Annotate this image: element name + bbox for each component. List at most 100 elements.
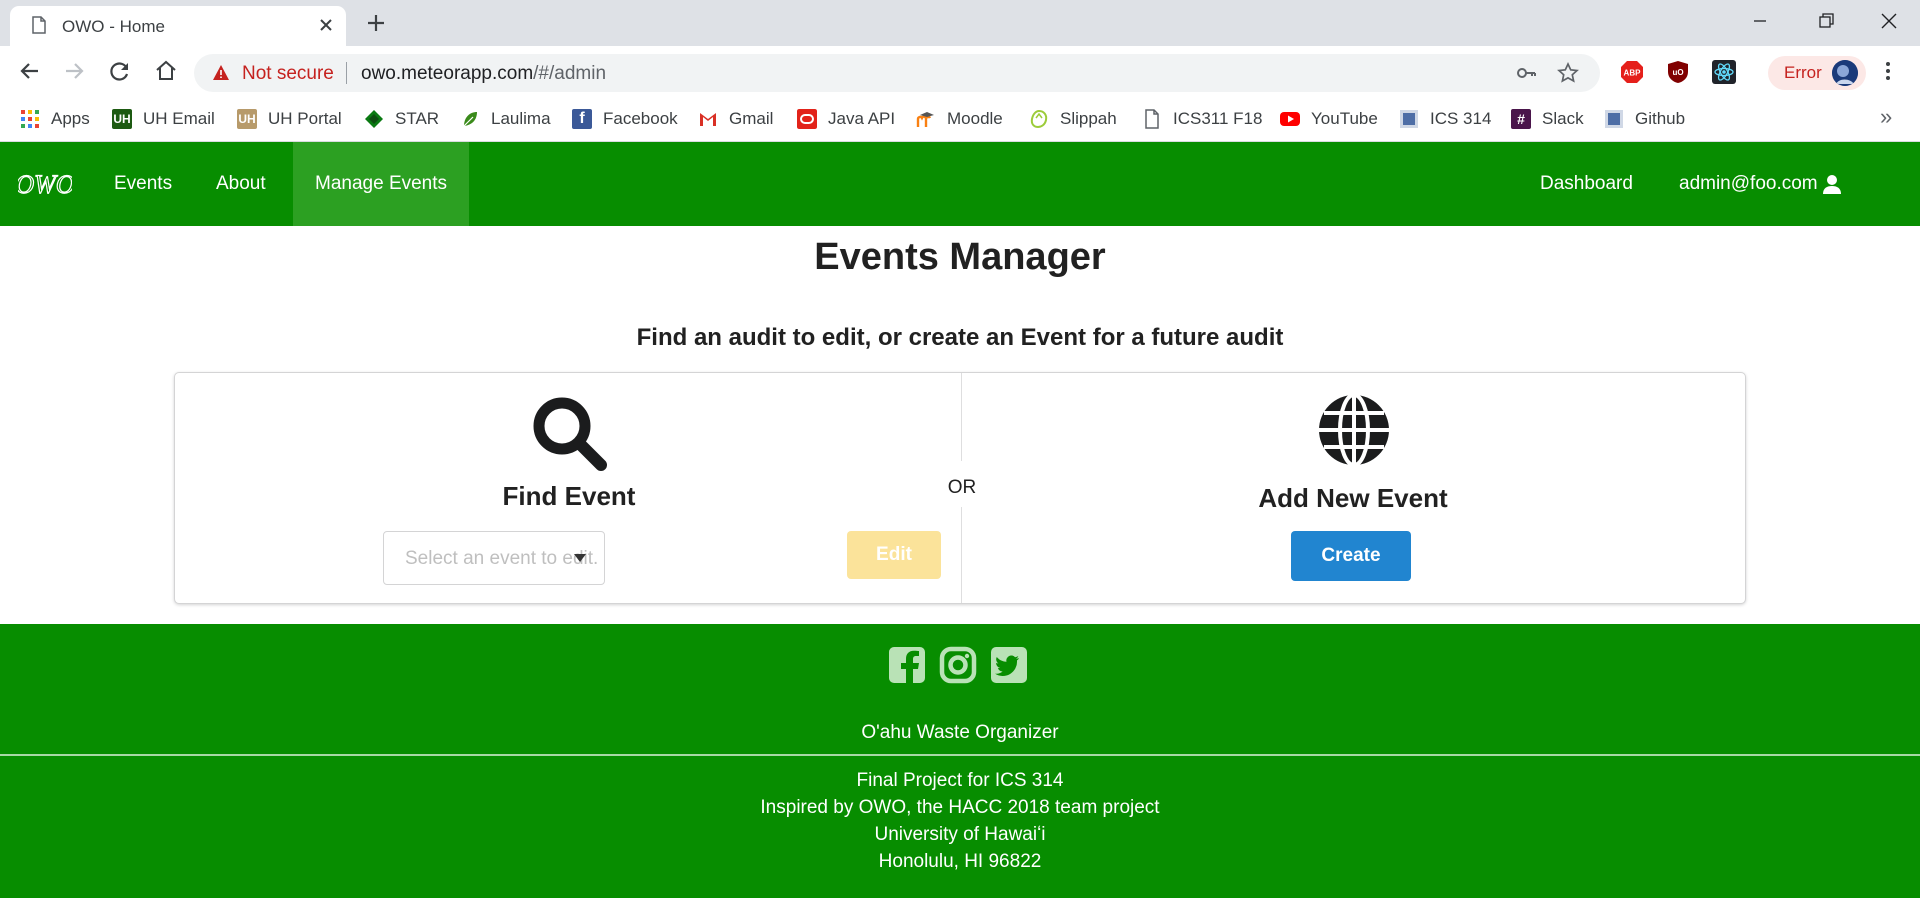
dropdown-placeholder: Select an event to edit.: [405, 548, 599, 569]
user-email: admin@foo.com: [1679, 173, 1818, 194]
bookmark-apps[interactable]: Apps: [20, 107, 90, 131]
create-button[interactable]: Create: [1291, 531, 1411, 581]
url-path: /#/admin: [533, 63, 607, 84]
forward-arrow-icon[interactable]: [60, 57, 88, 85]
address-bar[interactable]: Not secure owo.meteorapp.com/#/admin: [194, 54, 1600, 92]
slack-icon: #: [1511, 109, 1531, 129]
browser-tab[interactable]: OWO - Home: [10, 6, 346, 46]
vertical-divider: [961, 507, 962, 603]
bookmark-moodle[interactable]: Moodle: [916, 107, 1003, 131]
bookmark-uh-email[interactable]: UH UH Email: [112, 107, 215, 131]
bookmark-slippah[interactable]: Slippah: [1029, 107, 1117, 131]
page-subtitle: Find an audit to edit, or create an Even…: [636, 324, 1284, 351]
close-tab-icon[interactable]: [316, 15, 336, 35]
more-bookmarks-chevron-icon[interactable]: »: [1880, 104, 1892, 130]
adblock-icon[interactable]: ABP: [1620, 60, 1644, 84]
bookmark-facebook[interactable]: f Facebook: [572, 107, 678, 131]
bookmark-label: ICS 314: [1430, 109, 1492, 128]
site-navbar: OWO Events About Manage Events Dashboard…: [0, 142, 1920, 226]
bookmark-ics311[interactable]: ICS311 F18: [1142, 107, 1262, 131]
minimize-icon[interactable]: [1740, 6, 1780, 36]
nav-manage-events[interactable]: Manage Events: [293, 142, 470, 226]
uh-icon: UH: [112, 109, 132, 129]
bookmark-label: Moodle: [947, 109, 1003, 128]
twitter-icon[interactable]: [990, 646, 1028, 684]
page-title: Events Manager: [814, 236, 1106, 278]
bookmark-label: Gmail: [729, 109, 774, 128]
bookmark-star[interactable]: STAR: [364, 107, 439, 131]
key-icon[interactable]: [1516, 63, 1536, 83]
page-icon: [32, 16, 46, 34]
bookmark-label: Slack: [1542, 109, 1584, 128]
footer-line: University of Hawaiʻi: [874, 824, 1046, 845]
url-host: owo.meteorapp.com: [361, 63, 534, 84]
omnibox-separator: [346, 62, 347, 84]
reload-icon[interactable]: [106, 57, 134, 85]
slippah-icon: [1030, 109, 1048, 129]
security-label[interactable]: Not secure: [242, 63, 334, 85]
bookmark-github[interactable]: Github: [1604, 107, 1685, 131]
bookmark-java-api[interactable]: Java API: [797, 107, 895, 131]
svg-text:uO: uO: [1672, 68, 1683, 77]
bookmark-label: Laulima: [491, 109, 551, 128]
bookmark-gmail[interactable]: Gmail: [698, 107, 773, 131]
footer-line: Honolulu, HI 96822: [878, 851, 1042, 872]
moodle-icon: [916, 112, 934, 127]
bookmark-label: Java API: [828, 109, 896, 128]
find-event-heading: Find Event: [502, 481, 636, 511]
square-icon: [1400, 110, 1418, 128]
events-manager-card: OR Find Event Select an event to edit. E…: [174, 372, 1746, 604]
warning-icon[interactable]: [212, 64, 230, 81]
browser-toolbar: Not secure owo.meteorapp.com/#/admin ABP…: [0, 46, 1920, 96]
leaf-icon: [463, 112, 477, 127]
avatar-image-icon: [1832, 60, 1858, 86]
url-text[interactable]: owo.meteorapp.com/#/admin: [361, 63, 606, 85]
browser-menu-icon[interactable]: [1876, 59, 1900, 83]
footer-divider: [0, 754, 1920, 756]
document-icon: [1145, 109, 1159, 129]
search-icon: [533, 397, 607, 471]
restore-icon[interactable]: [1806, 6, 1846, 36]
new-tab-icon[interactable]: [364, 11, 388, 35]
bookmark-star-icon[interactable]: [1556, 61, 1580, 85]
add-event-heading: Add New Event: [1258, 483, 1448, 513]
user-menu[interactable]: admin@foo.com: [1679, 142, 1842, 226]
footer-org-name: O'ahu Waste Organizer: [861, 722, 1059, 743]
nav-events[interactable]: Events: [114, 142, 172, 226]
bookmark-youtube[interactable]: YouTube: [1280, 107, 1378, 131]
user-icon: [1822, 175, 1841, 194]
oracle-icon: [797, 109, 817, 129]
back-arrow-icon[interactable]: [16, 57, 44, 85]
square-icon: [1605, 110, 1623, 128]
profile-avatar: [1832, 60, 1858, 86]
uh-icon: UH: [237, 109, 257, 129]
home-icon[interactable]: [152, 57, 180, 85]
event-select-dropdown[interactable]: Select an event to edit.: [383, 531, 605, 585]
tab-title: OWO - Home: [62, 17, 165, 36]
owo-logo[interactable]: OWO: [18, 162, 72, 206]
nav-dashboard[interactable]: Dashboard: [1540, 142, 1633, 226]
instagram-icon[interactable]: [939, 646, 977, 684]
bookmark-laulima[interactable]: Laulima: [460, 107, 551, 131]
bookmark-label: Github: [1635, 109, 1686, 128]
bookmark-uh-portal[interactable]: UH UH Portal: [237, 107, 342, 131]
dropdown-caret-icon: [574, 554, 586, 562]
facebook-icon[interactable]: [888, 646, 926, 684]
gmail-icon: [700, 113, 716, 126]
ublock-icon[interactable]: uO: [1666, 60, 1690, 84]
bookmark-label: Facebook: [603, 109, 678, 128]
bookmark-label: UH Portal: [268, 109, 342, 128]
edit-button[interactable]: Edit: [847, 531, 941, 579]
profile-error-button[interactable]: Error: [1768, 56, 1866, 90]
react-devtools-icon[interactable]: [1712, 60, 1736, 84]
site-footer: O'ahu Waste Organizer Final Project for …: [0, 624, 1920, 898]
close-window-icon[interactable]: [1868, 6, 1908, 36]
bookmark-ics314[interactable]: ICS 314: [1399, 107, 1491, 131]
bookmark-label: ICS311 F18: [1173, 109, 1263, 128]
footer-line: Final Project for ICS 314: [856, 770, 1064, 791]
bookmark-slack[interactable]: # Slack: [1511, 107, 1584, 131]
nav-about[interactable]: About: [216, 142, 266, 226]
browser-tab-strip: OWO - Home: [0, 0, 1920, 46]
bookmark-label: YouTube: [1311, 109, 1378, 128]
globe-icon: [1319, 393, 1389, 467]
